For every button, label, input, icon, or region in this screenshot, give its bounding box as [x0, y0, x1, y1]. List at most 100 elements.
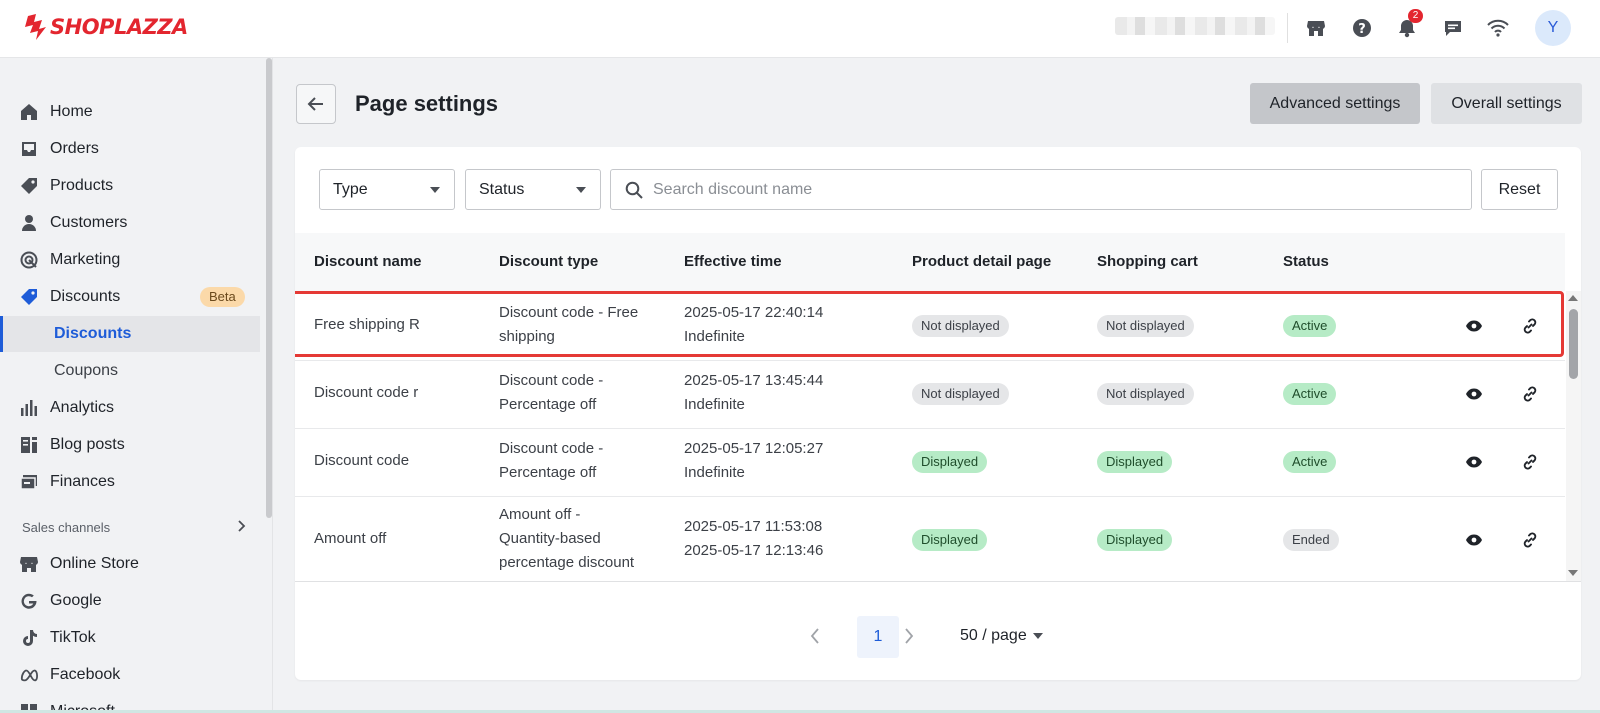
sidebar-subitem-coupons[interactable]: Coupons: [0, 353, 260, 389]
advanced-settings-button[interactable]: Advanced settings: [1250, 83, 1420, 124]
sidebar-item-label: Home: [50, 103, 93, 120]
search-box[interactable]: [610, 169, 1472, 210]
sidebar-item-label: Orders: [50, 140, 99, 157]
eye-icon[interactable]: [1462, 450, 1486, 474]
table-header: Discount name Discount type Effective ti…: [295, 233, 1565, 291]
eye-icon[interactable]: [1462, 382, 1486, 406]
sidebar-item-label: Google: [50, 592, 102, 609]
sidebar-item-label: Finances: [50, 473, 115, 490]
sidebar-item-marketing[interactable]: Marketing: [0, 242, 260, 278]
discount-type-line: Discount code -: [499, 372, 604, 389]
effective-time-start: 2025-05-17 13:45:44: [684, 372, 824, 389]
back-button[interactable]: [296, 84, 336, 124]
link-icon[interactable]: [1518, 314, 1542, 338]
sidebar-item-orders[interactable]: Orders: [0, 131, 260, 167]
column-header-shopping-cart: Shopping cart: [1097, 253, 1198, 270]
help-icon[interactable]: ?: [1349, 15, 1375, 41]
status-badge: Active: [1283, 315, 1337, 337]
sidebar-item-analytics[interactable]: Analytics: [0, 390, 260, 426]
table-row[interactable]: Free shipping R Discount code - Free shi…: [295, 291, 1565, 361]
page-size-select[interactable]: 50 / page: [960, 627, 1043, 645]
sidebar-item-label: TikTok: [50, 629, 96, 646]
home-icon: [20, 103, 38, 121]
sidebar-item-google[interactable]: Google: [0, 583, 260, 619]
type-filter-label: Type: [333, 180, 368, 198]
sidebar-item-facebook[interactable]: Facebook: [0, 657, 260, 693]
sidebar-item-label: Analytics: [50, 399, 115, 416]
link-icon[interactable]: [1518, 382, 1542, 406]
effective-time-end: 2025-05-17 12:13:46: [684, 542, 824, 559]
top-bar: SHOPLAZZA ? 2 Y: [0, 0, 1600, 58]
sidebar-item-products[interactable]: Products: [0, 168, 260, 204]
sidebar-item-tiktok[interactable]: TikTok: [0, 620, 260, 656]
beta-badge: Beta: [200, 287, 245, 307]
sidebar-item-label: Facebook: [50, 666, 121, 683]
cart-display-badge: Displayed: [1097, 451, 1173, 473]
sidebar-item-discounts[interactable]: Discounts Beta: [0, 279, 260, 315]
discount-type-line: shipping: [499, 328, 555, 345]
table-row[interactable]: Discount code r Discount code - Percenta…: [295, 361, 1565, 429]
wifi-icon[interactable]: [1485, 15, 1511, 41]
discount-type-line: Discount code - Free: [499, 304, 639, 321]
brand-name: SHOPLAZZA: [50, 15, 188, 39]
sidebar-item-label: Products: [50, 177, 114, 194]
arrow-left-icon: [307, 97, 323, 111]
eye-icon[interactable]: [1462, 528, 1486, 552]
search-input[interactable]: [653, 180, 1433, 199]
inbox-icon: [20, 140, 38, 158]
page-size-label: 50 / page: [960, 627, 1027, 644]
google-icon: [20, 592, 38, 610]
sidebar-item-online-store[interactable]: Online Store: [0, 546, 260, 582]
chevron-right-icon[interactable]: [236, 518, 248, 539]
sidebar-divider: [272, 58, 273, 713]
chevron-left-icon[interactable]: [809, 627, 821, 650]
brand-logo[interactable]: SHOPLAZZA: [22, 12, 188, 42]
sidebar-item-blog-posts[interactable]: Blog posts: [0, 427, 260, 463]
effective-time-end: Indefinite: [684, 328, 745, 345]
link-icon[interactable]: [1518, 450, 1542, 474]
discount-type-line: Discount code -: [499, 440, 604, 457]
scroll-down-arrow-icon[interactable]: [1568, 570, 1578, 576]
pdp-display-badge: Not displayed: [912, 383, 1009, 405]
status-badge: Active: [1283, 383, 1337, 405]
tiktok-icon: [20, 629, 38, 647]
effective-time-end: Indefinite: [684, 464, 745, 481]
link-icon[interactable]: [1518, 528, 1542, 552]
discount-tag-icon: [20, 288, 38, 306]
table-scrollbar-thumb[interactable]: [1569, 309, 1578, 379]
store-icon[interactable]: [1303, 15, 1329, 41]
table-row[interactable]: Amount off Amount off - Quantity-based p…: [295, 497, 1565, 581]
effective-time-end: Indefinite: [684, 396, 745, 413]
discounts-card: Type Status Reset Discount name Discount…: [295, 147, 1581, 680]
status-filter-select[interactable]: Status: [465, 169, 601, 210]
column-header-discount-type: Discount type: [499, 253, 599, 270]
bar-chart-icon: [20, 399, 38, 417]
discount-type-line: Percentage off: [499, 396, 597, 413]
chat-icon[interactable]: [1440, 15, 1466, 41]
column-header-effective-time: Effective time: [684, 253, 782, 270]
table-row[interactable]: Discount code Discount code - Percentage…: [295, 429, 1565, 497]
effective-time-start: 2025-05-17 22:40:14: [684, 304, 824, 321]
store-icon: [20, 555, 38, 573]
user-avatar[interactable]: Y: [1535, 10, 1571, 46]
discount-name-cell: Discount code: [314, 452, 410, 469]
caret-down-icon: [1032, 633, 1043, 639]
discount-name-cell: Free shipping R: [314, 316, 420, 333]
overall-settings-button[interactable]: Overall settings: [1431, 83, 1582, 124]
store-name-blurred[interactable]: [1115, 17, 1275, 35]
cart-display-badge: Not displayed: [1097, 383, 1194, 405]
discount-type-line: percentage discount: [499, 554, 635, 571]
sidebar-item-label: Blog posts: [50, 436, 125, 453]
sidebar-item-finances[interactable]: Finances: [0, 464, 260, 500]
cart-display-badge: Not displayed: [1097, 315, 1194, 337]
sidebar-item-customers[interactable]: Customers: [0, 205, 260, 241]
sidebar-item-home[interactable]: Home: [0, 94, 260, 130]
sidebar-subitem-discounts[interactable]: Discounts: [0, 316, 260, 352]
chevron-right-icon[interactable]: [903, 627, 915, 650]
type-filter-select[interactable]: Type: [319, 169, 455, 210]
reset-button[interactable]: Reset: [1481, 169, 1558, 210]
page-number-button[interactable]: 1: [857, 616, 899, 658]
sidebar-subitem-label: Discounts: [54, 325, 132, 342]
scroll-up-arrow-icon[interactable]: [1568, 295, 1578, 301]
eye-icon[interactable]: [1462, 314, 1486, 338]
